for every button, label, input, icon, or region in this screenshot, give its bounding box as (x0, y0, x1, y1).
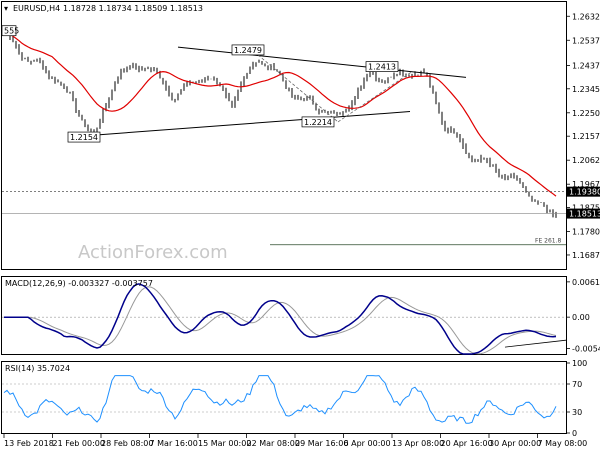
time-axis-label: 6 Apr 00:00 (344, 439, 391, 448)
price-annotation-label: 555 (4, 27, 19, 36)
price-badge-label: 1.19380 (569, 188, 600, 197)
price-badge-label: 1.18513 (569, 210, 600, 219)
time-axis-label: 20 Apr 16:00 (441, 439, 493, 448)
price-annotation-label: 1.2214 (304, 118, 332, 127)
price-annotation-label: 1.2479 (234, 46, 262, 55)
macd-axis-label: -0.005446 (572, 345, 600, 354)
macd-axis-label: 0.006129 (572, 278, 600, 287)
rsi-title: RSI(14) 35.7024 (5, 364, 70, 373)
time-axis-label: 7 Mar 16:00 (150, 439, 198, 448)
rsi-axis-label: 0 (572, 429, 577, 438)
chart-header-triangle-icon: ▾ (4, 4, 8, 13)
time-axis-label: 21 Feb 00:00 (53, 439, 105, 448)
price-axis-label: 1.17800 (572, 228, 600, 237)
symbol-label: EURUSD,H4 (13, 4, 60, 13)
time-axis-label: 29 Mar 16:00 (295, 439, 348, 448)
rsi-axis-label: 30 (572, 408, 582, 417)
watermark: ActionForex.com (78, 242, 228, 263)
time-axis-label: 13 Feb 2018 (4, 439, 54, 448)
time-axis-label: 13 Apr 08:00 (392, 439, 444, 448)
price-axis-label: 1.23450 (572, 85, 600, 94)
time-axis-label: 15 Mar 00:00 (198, 439, 251, 448)
time-axis-label: 7 May 08:00 (538, 439, 588, 448)
price-axis-label: 1.16875 (572, 251, 600, 260)
price-axis-label: 1.25370 (572, 36, 600, 45)
time-axis-label: 22 Mar 08:00 (247, 439, 300, 448)
rsi-axis-label: 70 (572, 380, 582, 389)
price-axis-label: 1.22500 (572, 109, 600, 118)
ohlc-label: 1.18728 1.18734 1.18509 1.18513 (63, 4, 203, 13)
price-axis-label: 1.20625 (572, 156, 600, 165)
price-axis-label: 1.26320 (572, 12, 600, 21)
fe-label: FE 261.8 (535, 238, 562, 245)
time-axis-label: 28 Feb 08:00 (101, 439, 153, 448)
macd-title: MACD(12,26,9) -0.003327 -0.003757 (5, 279, 153, 288)
price-annotation-label: 1.2413 (368, 63, 396, 72)
macd-axis-label: 0.00 (572, 313, 590, 322)
rsi-axis-label: 100 (572, 359, 587, 368)
price-axis-label: 1.21575 (572, 132, 600, 141)
rsi-panel-frame (1, 361, 567, 434)
forex-chart: ▾ EURUSD,H4 1.18728 1.18734 1.18509 1.18… (1, 1, 600, 448)
time-axis-label: 30 Apr 00:00 (489, 439, 541, 448)
price-annotation-label: 1.2154 (70, 133, 98, 142)
price-axis-label: 1.24375 (572, 61, 600, 70)
